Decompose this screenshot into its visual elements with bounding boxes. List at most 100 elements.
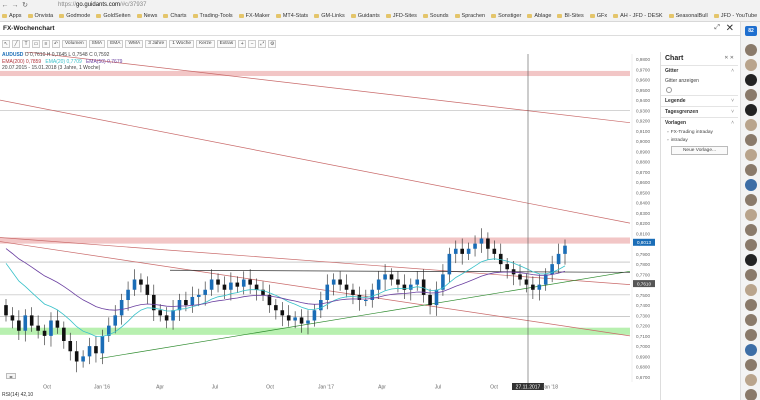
expand-icon[interactable]: ⤢ bbox=[714, 24, 720, 32]
template-item[interactable]: ▫ intraday bbox=[661, 136, 738, 144]
avatar[interactable] bbox=[745, 224, 757, 236]
candle-body bbox=[331, 279, 336, 285]
settings-icon[interactable]: ⚙ bbox=[268, 39, 277, 48]
avatar[interactable] bbox=[745, 149, 757, 161]
shape-tool-icon[interactable]: ▭ bbox=[32, 39, 40, 48]
url-field[interactable]: https://go.guidants.com/#c/37937 bbox=[58, 2, 146, 8]
section-vorlagen[interactable]: Vorlagen ˄ bbox=[661, 117, 738, 128]
avatar[interactable] bbox=[745, 194, 757, 206]
cursor-tool-icon[interactable]: ↖ bbox=[2, 39, 10, 48]
forward-icon[interactable]: → bbox=[10, 0, 20, 10]
close-icon[interactable]: ✕ bbox=[726, 23, 734, 34]
avatar[interactable] bbox=[745, 269, 757, 281]
bookmark-item[interactable]: Sounds bbox=[422, 13, 449, 19]
avatar[interactable] bbox=[745, 329, 757, 341]
panel-close-icon[interactable]: ✕ ✕ bbox=[724, 55, 734, 62]
candle-body bbox=[10, 315, 15, 321]
text-tool-icon[interactable]: T bbox=[22, 39, 30, 48]
price-chart[interactable]: 27.11.2017 0,6700 0,6800 0,6900 0,7000 0,7100… bbox=[0, 52, 660, 400]
avatar[interactable] bbox=[745, 374, 757, 386]
avatar[interactable] bbox=[745, 254, 757, 266]
fullscreen-icon[interactable]: ⤢ bbox=[258, 39, 267, 48]
new-template-button[interactable]: Neue Vorlage... bbox=[671, 146, 728, 155]
section-vorlagen-label: Vorlagen bbox=[665, 120, 687, 126]
candle-body bbox=[216, 279, 220, 285]
avatar[interactable] bbox=[745, 179, 757, 191]
avatar[interactable] bbox=[745, 359, 757, 371]
bookmark-item[interactable]: GoldSeiten bbox=[96, 13, 131, 19]
chart-type-select[interactable]: Kerze bbox=[196, 39, 215, 48]
fib-tool-icon[interactable]: ≡ bbox=[42, 39, 50, 48]
wma-button[interactable]: WMA bbox=[125, 39, 144, 48]
back-icon[interactable]: ← bbox=[0, 0, 10, 10]
avatar[interactable] bbox=[745, 74, 757, 86]
bookmark-item[interactable]: MT4-Stats bbox=[275, 13, 308, 19]
avatar[interactable] bbox=[745, 284, 757, 296]
avatar[interactable] bbox=[745, 239, 757, 251]
avatar[interactable] bbox=[745, 314, 757, 326]
avatar[interactable] bbox=[745, 344, 757, 356]
y-tick-label: 0,9300 bbox=[636, 108, 650, 113]
avatar[interactable] bbox=[745, 299, 757, 311]
bookmark-item[interactable]: BI-Sites bbox=[557, 13, 584, 19]
bookmark-item[interactable]: FX-Maker bbox=[238, 13, 270, 19]
candle-body bbox=[254, 284, 259, 290]
bookmark-item[interactable]: Guidants bbox=[350, 13, 380, 19]
avatar[interactable] bbox=[745, 164, 757, 176]
candle-body bbox=[132, 279, 137, 290]
bookmark-item[interactable]: GFx bbox=[589, 13, 607, 19]
bookmark-item[interactable]: Apps bbox=[2, 13, 22, 19]
candle-body bbox=[145, 284, 150, 295]
avatar[interactable] bbox=[745, 44, 757, 56]
avatar[interactable] bbox=[745, 89, 757, 101]
resistance-zone bbox=[0, 70, 630, 77]
scroll-left-button[interactable]: ◂▸ bbox=[6, 373, 16, 379]
zoom-out-icon[interactable]: − bbox=[248, 39, 257, 48]
bookmark-item[interactable]: JFD - YouTube bbox=[713, 13, 757, 19]
template-item[interactable]: ▫ FX-Trading intraday bbox=[661, 128, 738, 136]
legend-range: 20.07.2015 - 15.01.2018 (3 Jahre, 1 Woch… bbox=[2, 65, 101, 71]
notification-badge[interactable]: 82 bbox=[745, 26, 757, 36]
bookmark-item[interactable]: AH - JFD - DESK bbox=[613, 13, 663, 19]
y-tick-label: 0,9100 bbox=[636, 129, 650, 134]
avatar[interactable] bbox=[745, 119, 757, 131]
draw-line-icon[interactable]: ╱ bbox=[12, 39, 20, 48]
chevron-up-icon: ˄ bbox=[731, 68, 734, 74]
extras-select[interactable]: Extras bbox=[216, 39, 237, 48]
x-tick-label: Oct bbox=[266, 385, 274, 391]
period-select[interactable]: 3 Jahre bbox=[145, 39, 168, 48]
bookmark-item[interactable]: Godmode bbox=[59, 13, 90, 19]
section-legende[interactable]: Legende ˅ bbox=[661, 95, 738, 106]
bookmark-item[interactable]: Ablage bbox=[527, 13, 551, 19]
candle-body bbox=[94, 346, 98, 354]
gitter-toggle[interactable] bbox=[666, 87, 672, 93]
avatar[interactable] bbox=[745, 389, 757, 400]
zoom-in-icon[interactable]: + bbox=[238, 39, 247, 48]
reload-icon[interactable]: ↻ bbox=[20, 0, 30, 10]
bookmark-item[interactable]: Trading-Tools bbox=[192, 13, 233, 19]
candle-body bbox=[299, 317, 304, 324]
volume-button[interactable]: Volumen bbox=[62, 39, 87, 48]
sma-button[interactable]: SMA bbox=[88, 39, 106, 48]
bookmark-item[interactable]: Sonstiger bbox=[491, 13, 521, 19]
bookmark-item[interactable]: Charts bbox=[163, 13, 187, 19]
avatar[interactable] bbox=[745, 59, 757, 71]
bookmark-item[interactable]: SeasonalBull bbox=[668, 13, 708, 19]
ema-button[interactable]: EMA bbox=[107, 39, 124, 48]
avatar[interactable] bbox=[745, 209, 757, 221]
section-gitter[interactable]: Gitter ˄ bbox=[661, 65, 738, 76]
section-tagesgrenzen[interactable]: Tagesgrenzen ˅ bbox=[661, 106, 738, 117]
bookmark-item[interactable]: Onvista bbox=[27, 13, 53, 19]
bookmark-label: Sprachen bbox=[461, 12, 486, 19]
folder-icon bbox=[59, 13, 65, 18]
bookmark-item[interactable]: JFD-Sites bbox=[385, 13, 417, 19]
bookmark-item[interactable]: Sprachen bbox=[454, 12, 486, 19]
interval-select[interactable]: 1 Woche bbox=[169, 39, 195, 48]
avatar[interactable] bbox=[745, 134, 757, 146]
y-tick-label: 0,8500 bbox=[636, 190, 650, 195]
bookmark-item[interactable]: GM-Links bbox=[314, 13, 345, 19]
bookmark-item[interactable]: News bbox=[136, 13, 157, 19]
candle-body bbox=[62, 327, 66, 341]
avatar[interactable] bbox=[745, 104, 757, 116]
undo-icon[interactable]: ↶ bbox=[52, 39, 60, 48]
